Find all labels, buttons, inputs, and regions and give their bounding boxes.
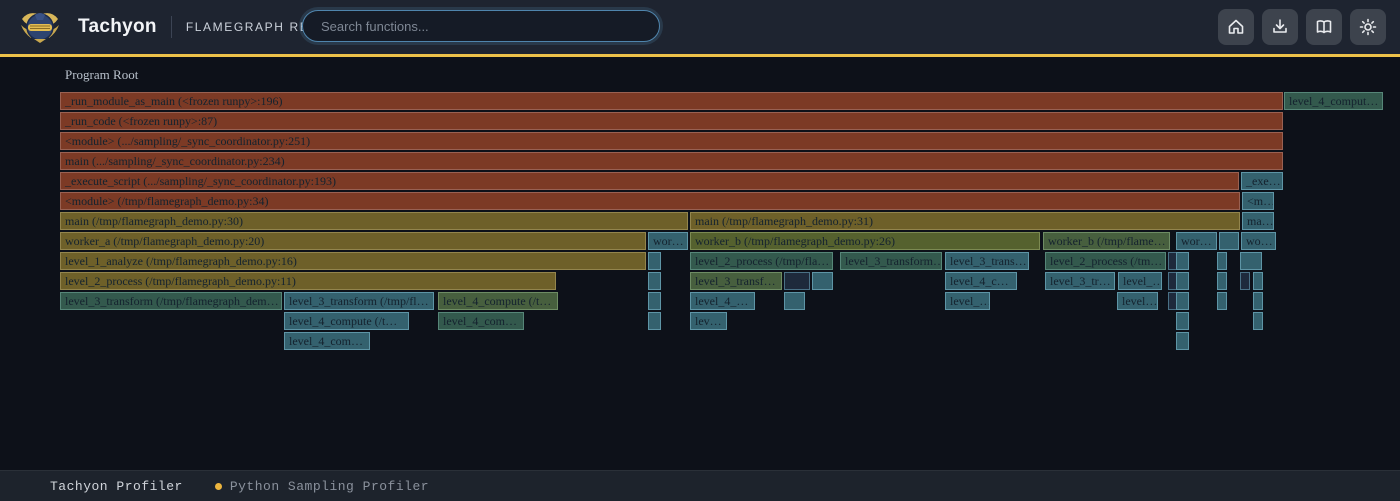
flame-frame[interactable]: level_3_transform (/tmp/flamegraph_dem… [60,292,282,310]
flame-frame[interactable] [1176,252,1189,270]
flame-frame[interactable] [1253,312,1263,330]
download-button[interactable] [1262,9,1298,45]
flame-frame[interactable]: _execute_script (.../sampling/_sync_coor… [60,172,1239,190]
sun-icon [1358,17,1378,37]
theme-button[interactable] [1350,9,1386,45]
book-icon [1314,17,1334,37]
download-icon [1270,17,1290,37]
status-subtitle: Python Sampling Profiler [230,479,429,494]
flame-frame[interactable]: level_2_process (/tm… [1045,252,1166,270]
flame-frame[interactable]: level_4_c… [945,272,1017,290]
flame-frame[interactable] [648,252,661,270]
flame-frame[interactable]: level_3_transform… [840,252,942,270]
flame-frame[interactable] [1219,232,1239,250]
status-bar: Tachyon Profiler Python Sampling Profile… [0,470,1400,501]
flame-frame[interactable]: main (/tmp/flamegraph_demo.py:30) [60,212,688,230]
flame-frame[interactable] [1240,252,1262,270]
flame-frame[interactable] [648,312,661,330]
flame-frame[interactable]: level_3_trans… [945,252,1029,270]
flame-frame[interactable]: level_4_com… [438,312,524,330]
flame-frame[interactable]: _run_code (<frozen runpy>:87) [60,112,1283,130]
home-button[interactable] [1218,9,1254,45]
flame-frame[interactable] [1176,292,1189,310]
flame-frame[interactable] [784,292,805,310]
search-input[interactable] [302,10,660,42]
flame-frame[interactable]: worker_a (/tmp/flamegraph_demo.py:20) [60,232,646,250]
flame-frame[interactable]: <module> (.../sampling/_sync_coordinator… [60,132,1283,150]
flame-frame[interactable]: _exe… [1241,172,1283,190]
flame-frame[interactable] [1217,252,1227,270]
flame-frame[interactable] [1253,292,1263,310]
flame-frame[interactable]: level_1_analyze (/tmp/flamegraph_demo.py… [60,252,646,270]
flame-frame[interactable] [1176,312,1189,330]
flamegraph-canvas[interactable]: Program Root _run_module_as_main (<froze… [0,57,1400,470]
home-icon [1226,17,1246,37]
flame-frame[interactable]: wor… [1176,232,1217,250]
flame-frame[interactable]: level_3_tr… [1045,272,1115,290]
header-toolbar [1214,9,1386,45]
flame-frame[interactable]: main (/tmp/flamegraph_demo.py:31) [690,212,1240,230]
flame-frame[interactable]: level_4_com… [284,332,370,350]
flame-frame[interactable]: <m… [1242,192,1274,210]
flame-frame[interactable]: level_2_process (/tmp/flamegraph_demo.py… [60,272,556,290]
flame-frame[interactable]: level_2_process (/tmp/fla… [690,252,833,270]
flame-frame[interactable]: wo… [1241,232,1276,250]
flame-frame[interactable]: level… [1117,292,1158,310]
flame-frame[interactable]: worker_b (/tmp/flame… [1043,232,1170,250]
flame-frame[interactable] [1240,272,1250,290]
app-title: Tachyon [78,16,157,38]
flame-frame[interactable]: <module> (/tmp/flamegraph_demo.py:34) [60,192,1240,210]
flame-frame[interactable] [648,272,661,290]
flame-frame[interactable]: level_… [1118,272,1162,290]
flame-frame[interactable]: main (.../sampling/_sync_coordinator.py:… [60,152,1283,170]
flame-frame[interactable]: _run_module_as_main (<frozen runpy>:196) [60,92,1283,110]
flame-frame[interactable]: worker_b (/tmp/flamegraph_demo.py:26) [690,232,1040,250]
flame-frame[interactable]: level_3_transf… [690,272,782,290]
flame-frame[interactable]: ma… [1242,212,1274,230]
app-header: Tachyon FLAMEGRAPH REPORT [0,0,1400,54]
status-dot-icon [215,483,222,490]
flame-frame[interactable] [1176,332,1189,350]
flame-frame[interactable] [1253,272,1263,290]
flame-frame[interactable]: level_4_comput… [1284,92,1383,110]
flame-frame[interactable] [648,292,661,310]
flame-frame[interactable]: level_3_transform (/tmp/fl… [284,292,434,310]
docs-button[interactable] [1306,9,1342,45]
status-app-name: Tachyon Profiler [50,479,183,494]
flame-frame[interactable]: level_4_… [690,292,755,310]
flame-frame[interactable]: level_4_compute (/t… [438,292,558,310]
flame-frame[interactable] [1217,272,1227,290]
flame-frame[interactable] [1217,292,1227,310]
flame-frame[interactable] [812,272,833,290]
flame-frame[interactable]: level_… [945,292,990,310]
flame-frame[interactable]: level_4_compute (/t… [284,312,409,330]
flame-frame[interactable]: wor… [648,232,688,250]
flame-frame[interactable] [784,272,810,290]
flame-frame[interactable]: lev… [690,312,727,330]
flame-frame[interactable] [1176,272,1189,290]
tachyon-logo-icon [18,5,62,49]
header-divider [171,16,172,38]
flame-root-frame[interactable]: Program Root [65,67,138,83]
